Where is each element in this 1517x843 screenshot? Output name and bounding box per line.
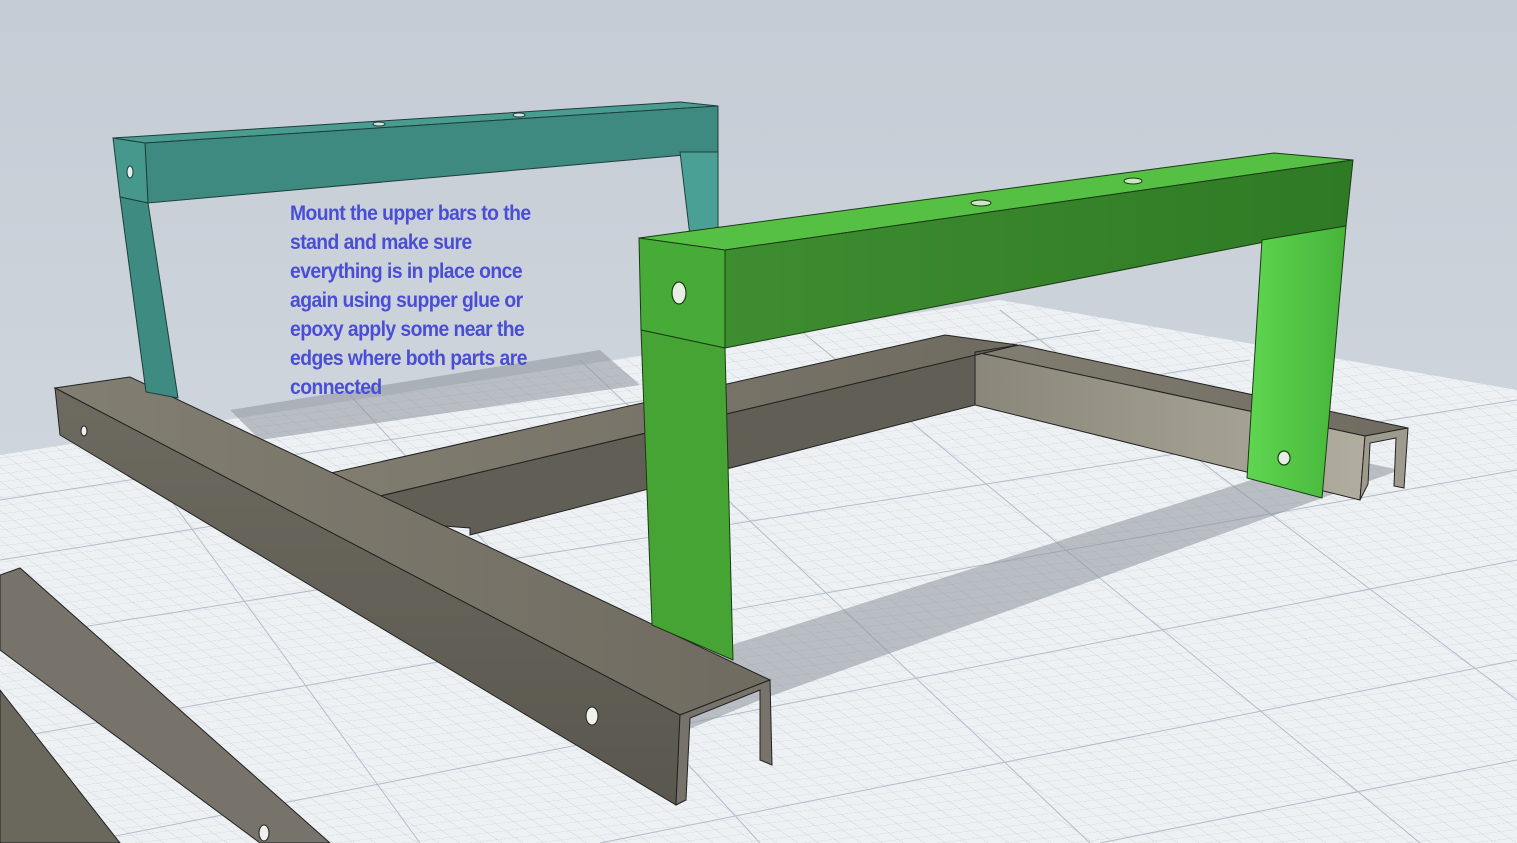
bolt-hole (1123, 177, 1143, 185)
bolt-hole (126, 165, 134, 179)
bolt-hole (970, 199, 992, 207)
bolt-hole (585, 706, 599, 726)
bolt-hole (1277, 450, 1291, 466)
bolt-hole (80, 425, 88, 437)
model-scene[interactable] (0, 0, 1517, 843)
bolt-hole (258, 824, 270, 842)
bolt-hole (372, 121, 386, 127)
instruction-annotation: Mount the upper bars to the stand and ma… (290, 202, 531, 399)
3d-cad-viewport[interactable]: Mount the upper bars to the stand and ma… (0, 0, 1517, 843)
bolt-hole (512, 112, 526, 118)
bolt-hole (671, 281, 687, 305)
